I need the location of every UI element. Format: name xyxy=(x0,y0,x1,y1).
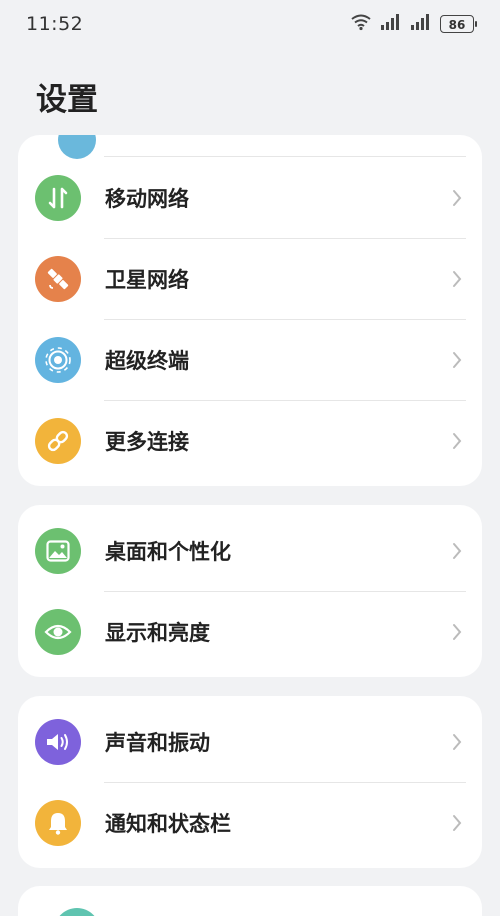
setting-item-sound-vibration[interactable]: 声音和振动 xyxy=(18,701,482,782)
status-time: 11:52 xyxy=(26,13,84,35)
setting-item-desktop-personalization[interactable]: 桌面和个性化 xyxy=(18,510,482,591)
scrolled-row-fragment xyxy=(18,135,482,159)
setting-item-label: 桌面和个性化 xyxy=(105,539,231,564)
status-bar: 11:52 86 xyxy=(0,0,500,48)
chevron-right-icon xyxy=(452,733,462,751)
chevron-right-icon xyxy=(452,351,462,369)
settings-group-sound-notifications: 声音和振动 通知和状态栏 xyxy=(18,696,482,868)
signal-1-icon xyxy=(380,13,402,35)
chevron-right-icon xyxy=(452,432,462,450)
chevron-right-icon xyxy=(452,270,462,288)
setting-item-more-connections[interactable]: 更多连接 xyxy=(18,400,482,481)
setting-item-label: 移动网络 xyxy=(105,186,189,211)
chevron-right-icon xyxy=(452,189,462,207)
setting-item-label: 通知和状态栏 xyxy=(105,811,231,836)
setting-item-mobile-network[interactable]: 移动网络 xyxy=(18,157,482,238)
battery-indicator: 86 xyxy=(440,15,477,33)
signal-2-icon xyxy=(410,13,432,35)
settings-group-partial xyxy=(18,886,482,916)
page-title: 设置 xyxy=(36,82,98,118)
chevron-right-icon xyxy=(452,623,462,641)
setting-item-label: 卫星网络 xyxy=(105,267,189,292)
volume-icon xyxy=(35,718,81,765)
setting-item-label: 超级终端 xyxy=(105,348,189,373)
settings-group-connectivity: 移动网络 卫星网络 超级终端 更多连接 xyxy=(18,135,482,486)
link-icon xyxy=(35,417,81,464)
settings-group-display: 桌面和个性化 显示和亮度 xyxy=(18,505,482,677)
setting-item-display-brightness[interactable]: 显示和亮度 xyxy=(18,591,482,672)
setting-item-satellite-network[interactable]: 卫星网络 xyxy=(18,238,482,319)
eye-icon xyxy=(35,608,81,655)
satellite-icon xyxy=(35,255,81,302)
setting-item-label: 显示和亮度 xyxy=(105,620,210,645)
partial-item-icon xyxy=(58,135,96,159)
status-icons: 86 xyxy=(350,13,477,35)
mobile-data-icon xyxy=(35,174,81,221)
partial-item-icon xyxy=(54,908,100,916)
setting-item-label: 声音和振动 xyxy=(105,730,210,755)
bell-icon xyxy=(35,799,81,846)
chevron-right-icon xyxy=(452,542,462,560)
chevron-right-icon xyxy=(452,814,462,832)
setting-item-label: 更多连接 xyxy=(105,429,189,454)
super-device-icon xyxy=(35,336,81,383)
setting-item-notifications-statusbar[interactable]: 通知和状态栏 xyxy=(18,782,482,863)
wifi-icon xyxy=(350,13,372,35)
setting-item-super-device[interactable]: 超级终端 xyxy=(18,319,482,400)
wallpaper-icon xyxy=(35,527,81,574)
